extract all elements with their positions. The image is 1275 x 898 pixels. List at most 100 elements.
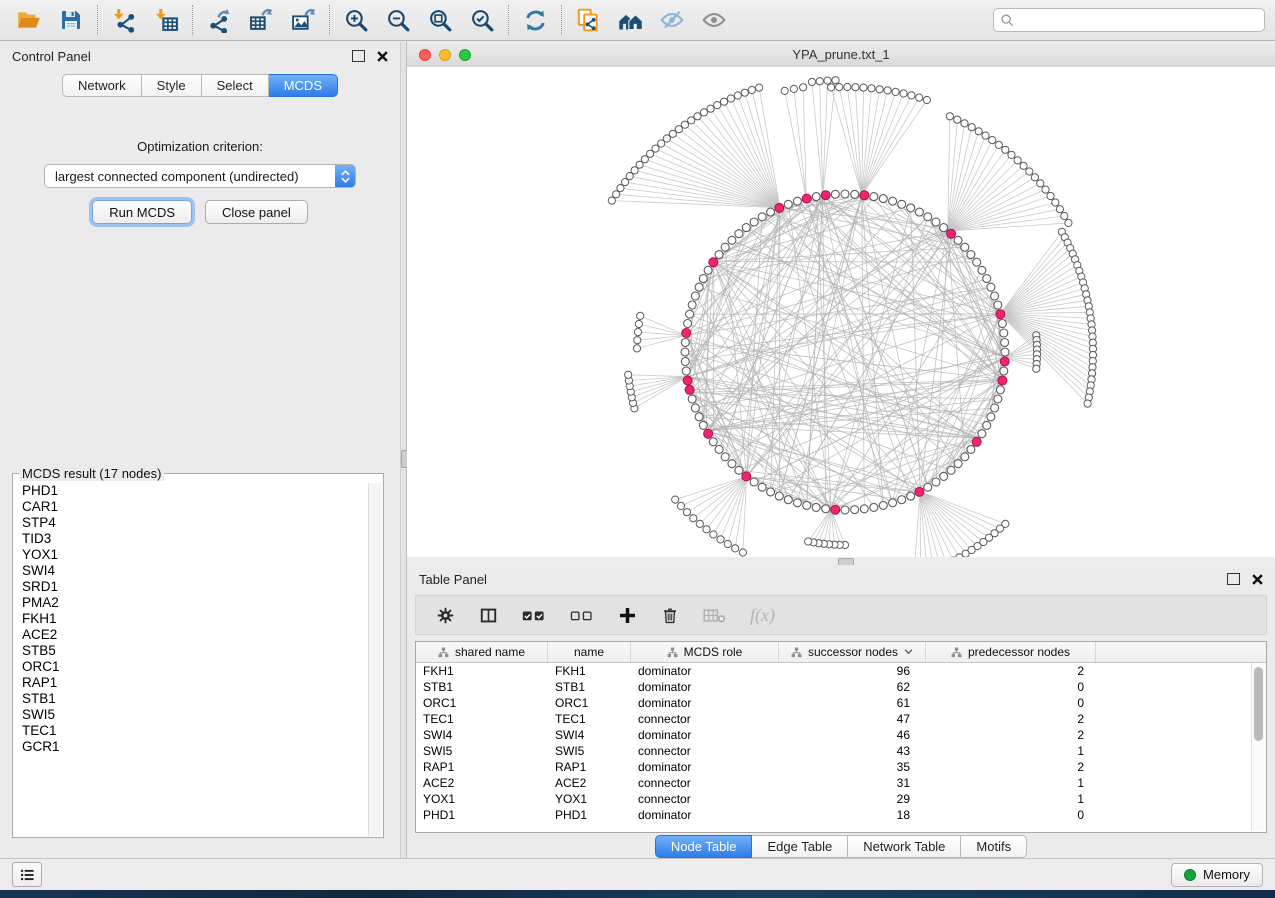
network-node[interactable] xyxy=(1008,151,1015,158)
network-node[interactable] xyxy=(775,492,783,500)
network-node[interactable] xyxy=(975,128,982,135)
network-node[interactable] xyxy=(1031,174,1038,181)
network-node[interactable] xyxy=(1052,199,1059,206)
mcds-node-item[interactable]: SWI4 xyxy=(14,563,368,579)
network-node[interactable] xyxy=(972,437,981,446)
tab-mcds[interactable]: MCDS xyxy=(269,74,338,97)
network-node[interactable] xyxy=(805,538,812,545)
network-node[interactable] xyxy=(793,499,801,507)
network-node[interactable] xyxy=(1065,219,1072,226)
network-node[interactable] xyxy=(870,193,878,201)
network-node[interactable] xyxy=(961,243,969,251)
float-panel-icon[interactable] xyxy=(352,50,365,62)
network-node[interactable] xyxy=(793,197,801,205)
network-node[interactable] xyxy=(954,116,961,123)
network-node[interactable] xyxy=(707,105,714,112)
network-node[interactable] xyxy=(784,496,792,504)
float-panel-icon[interactable] xyxy=(1227,573,1240,585)
column-header-mcds-role[interactable]: MCDS role xyxy=(631,642,779,662)
network-node[interactable] xyxy=(685,385,694,394)
zoom-in-button[interactable] xyxy=(335,2,377,38)
search-input[interactable] xyxy=(993,8,1265,32)
zoom-out-button[interactable] xyxy=(377,2,419,38)
duplicate-network-button[interactable] xyxy=(567,2,609,38)
tab-node-table[interactable]: Node Table xyxy=(655,835,753,858)
network-node[interactable] xyxy=(983,275,991,283)
mcds-node-item[interactable]: ORC1 xyxy=(14,659,368,675)
network-node[interactable] xyxy=(989,137,996,144)
network-node[interactable] xyxy=(739,549,746,556)
network-node[interactable] xyxy=(940,472,948,480)
network-node[interactable] xyxy=(634,337,641,344)
network-node[interactable] xyxy=(704,266,712,274)
network-node[interactable] xyxy=(908,92,915,99)
network-node[interactable] xyxy=(967,445,975,453)
network-node[interactable] xyxy=(681,348,689,356)
mcds-node-item[interactable]: ACE2 xyxy=(14,627,368,643)
mcds-node-item[interactable]: FKH1 xyxy=(14,611,368,627)
network-node[interactable] xyxy=(734,92,741,99)
column-header-predecessor-nodes[interactable]: predecessor nodes xyxy=(926,642,1096,662)
network-node[interactable] xyxy=(635,320,642,327)
network-node[interactable] xyxy=(767,208,775,216)
close-panel-icon[interactable] xyxy=(377,51,388,62)
tab-motifs[interactable]: Motifs xyxy=(961,835,1027,858)
hide-selected-button[interactable] xyxy=(651,2,693,38)
table-row[interactable]: FKH1FKH1dominator962 xyxy=(416,663,1266,679)
network-node[interactable] xyxy=(860,505,868,513)
network-node[interactable] xyxy=(1000,357,1009,366)
network-node[interactable] xyxy=(699,421,707,429)
network-node[interactable] xyxy=(802,194,811,203)
network-node[interactable] xyxy=(836,84,843,91)
network-node[interactable] xyxy=(907,492,915,500)
network-node[interactable] xyxy=(683,509,690,516)
horizontal-splitter[interactable] xyxy=(407,557,1275,565)
network-node[interactable] xyxy=(907,204,915,212)
network-node[interactable] xyxy=(841,190,849,198)
network-node[interactable] xyxy=(1047,192,1054,199)
network-node[interactable] xyxy=(954,236,962,244)
network-node[interactable] xyxy=(808,78,815,85)
network-node[interactable] xyxy=(978,266,986,274)
network-node[interactable] xyxy=(821,191,830,200)
network-node[interactable] xyxy=(767,488,775,496)
network-node[interactable] xyxy=(851,506,859,514)
mcds-node-item[interactable]: TEC1 xyxy=(14,723,368,739)
network-node[interactable] xyxy=(852,84,859,91)
network-node[interactable] xyxy=(924,483,932,491)
network-node[interactable] xyxy=(682,367,690,375)
table-scrollbar[interactable] xyxy=(1251,663,1265,831)
network-node[interactable] xyxy=(677,502,684,509)
network-node[interactable] xyxy=(831,190,839,198)
network-node[interactable] xyxy=(703,526,710,533)
network-node[interactable] xyxy=(717,536,724,543)
network-node[interactable] xyxy=(987,413,995,421)
network-node[interactable] xyxy=(803,501,811,509)
network-node[interactable] xyxy=(870,503,878,511)
network-node[interactable] xyxy=(868,85,875,92)
network-node[interactable] xyxy=(704,429,713,438)
network-node[interactable] xyxy=(915,208,923,216)
network-node[interactable] xyxy=(1061,212,1068,219)
mcds-result-list[interactable]: PHD1CAR1STP4TID3YOX1SWI4SRD1PMA2FKH1ACE2… xyxy=(14,483,368,836)
network-node[interactable] xyxy=(860,84,867,91)
network-node[interactable] xyxy=(916,94,923,101)
network-node[interactable] xyxy=(721,453,729,461)
network-node[interactable] xyxy=(800,84,807,91)
tab-edge-table[interactable]: Edge Table xyxy=(752,835,848,858)
network-canvas[interactable] xyxy=(407,67,1275,557)
mcds-node-item[interactable]: PHD1 xyxy=(14,483,368,499)
network-node[interactable] xyxy=(844,83,851,90)
network-node[interactable] xyxy=(841,506,849,514)
network-node[interactable] xyxy=(900,90,907,97)
network-node[interactable] xyxy=(812,503,820,511)
mcds-node-item[interactable]: GCR1 xyxy=(14,739,368,755)
network-node[interactable] xyxy=(784,200,792,208)
network-node[interactable] xyxy=(879,195,887,203)
save-session-button[interactable] xyxy=(50,2,92,38)
network-node[interactable] xyxy=(991,404,999,412)
minimize-window-icon[interactable] xyxy=(439,49,451,61)
network-node[interactable] xyxy=(724,540,731,547)
table-row[interactable]: TEC1TEC1connector472 xyxy=(416,711,1266,727)
mcds-node-item[interactable]: RAP1 xyxy=(14,675,368,691)
